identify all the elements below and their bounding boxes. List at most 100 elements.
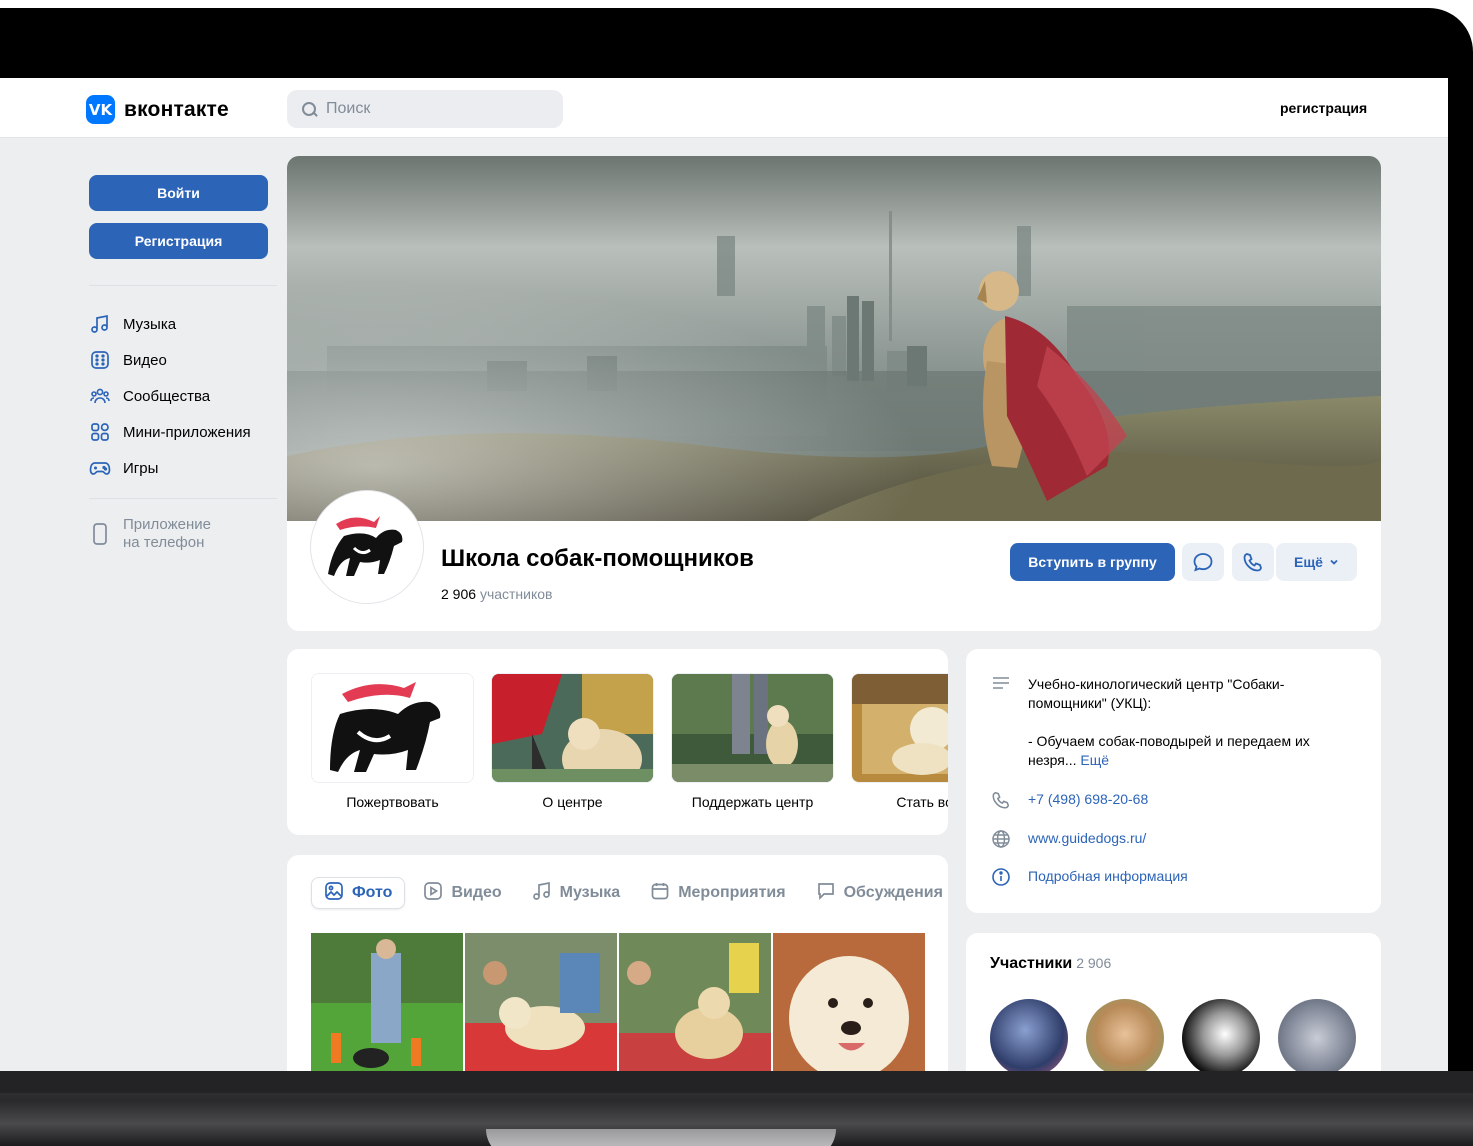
members-title[interactable]: Участники 2 906	[990, 955, 1111, 973]
phone-app-link[interactable]: Приложение на телефон	[89, 516, 211, 552]
sidebar-item-communities[interactable]: Сообщества	[89, 378, 251, 414]
mini-apps-icon	[89, 421, 111, 443]
globe-icon	[990, 829, 1012, 849]
chevron-down-icon	[1329, 554, 1339, 570]
photo-icon	[324, 881, 344, 906]
group-info-card: Учебно-кинологический центр "Собаки-помо…	[966, 649, 1381, 913]
member-avatar[interactable]	[990, 999, 1068, 1071]
link-support[interactable]: Поддержать центр	[671, 673, 834, 810]
description-text-2: - Обучаем собак-поводырей и передаем их …	[1028, 733, 1310, 768]
tab-discussions[interactable]: Обсуждения	[804, 877, 948, 909]
top-header: VK вконтакте регистрация	[0, 78, 1448, 138]
video-icon	[89, 349, 111, 371]
info-phone-row[interactable]: +7 (498) 698-20-68	[990, 790, 1148, 810]
tab-photo[interactable]: Фото	[311, 877, 406, 909]
group-members-count[interactable]: 2 906 участников	[441, 586, 553, 602]
link-about[interactable]: О центре	[491, 673, 654, 810]
calendar-icon	[650, 881, 670, 906]
sidebar-item-label: Мини-приложения	[123, 423, 251, 441]
info-phone-link[interactable]: +7 (498) 698-20-68	[1028, 790, 1148, 810]
search-box[interactable]	[287, 90, 563, 128]
guide-dog-logo	[314, 494, 420, 600]
join-group-button[interactable]: Вступить в группу	[1010, 543, 1175, 581]
tab-label: Обсуждения	[843, 884, 943, 901]
member-avatar[interactable]	[1278, 999, 1356, 1071]
tab-video[interactable]: Видео	[411, 877, 513, 909]
members-label: участников	[479, 586, 553, 602]
member-avatar[interactable]	[1182, 999, 1260, 1071]
photo-thumbnail[interactable]	[773, 933, 925, 1071]
link-label: О центре	[542, 794, 603, 810]
link-label: Поддержать центр	[691, 794, 814, 810]
search-icon	[301, 101, 318, 118]
link-thumbnail	[671, 673, 834, 783]
sidebar-item-label: Сообщества	[123, 387, 211, 405]
sidebar-item-music[interactable]: Музыка	[89, 306, 251, 342]
sidebar-item-label: Музыка	[123, 315, 177, 333]
sidebar-item-label: Игры	[123, 459, 159, 477]
phone-icon	[1243, 553, 1262, 572]
members-title-count: 2 906	[1076, 955, 1112, 971]
sidebar-item-video[interactable]: Видео	[89, 342, 251, 378]
link-thumbnail	[311, 673, 474, 783]
register-link[interactable]: регистрация	[1280, 100, 1367, 116]
photo-thumbnail[interactable]	[465, 933, 617, 1071]
music-icon	[89, 313, 111, 335]
phone-icon	[89, 522, 111, 551]
group-links-card: Пожертвовать О центре Поддержать центр С…	[287, 649, 948, 835]
members-number: 2 906	[441, 586, 477, 602]
members-title-label: Участники	[990, 955, 1073, 972]
info-website-row[interactable]: www.guidedogs.ru/	[990, 829, 1146, 849]
group-name: Школа собак-помощников	[441, 545, 754, 572]
photo-thumbnail[interactable]	[311, 933, 463, 1071]
search-input[interactable]	[326, 100, 526, 118]
info-icon	[990, 867, 1012, 887]
photo-grid	[311, 933, 925, 1071]
phone-app-label-line2: на телефон	[123, 534, 205, 551]
games-icon	[89, 457, 111, 479]
vk-logo-text: вконтакте	[124, 97, 229, 121]
register-button[interactable]: Регистрация	[89, 223, 268, 259]
info-website-link[interactable]: www.guidedogs.ru/	[1028, 829, 1146, 849]
info-details-link[interactable]: Подробная информация	[1028, 867, 1188, 887]
message-icon	[1193, 553, 1213, 572]
more-button[interactable]: Ещё	[1276, 543, 1357, 581]
tab-label: Музыка	[559, 884, 621, 901]
sidebar-item-label: Видео	[123, 351, 167, 369]
group-cover-image	[287, 156, 1381, 521]
laptop-base-lip	[0, 1071, 1473, 1093]
browser-screen: VK вконтакте регистрация Войти Регистрац…	[0, 78, 1448, 1071]
link-volunteer[interactable]: Стать воло	[851, 673, 948, 810]
group-avatar[interactable]	[311, 491, 423, 603]
link-thumbnail	[491, 673, 654, 783]
vk-logo[interactable]: VK вконтакте	[86, 95, 229, 124]
link-donate[interactable]: Пожертвовать	[311, 673, 474, 810]
tab-label: Видео	[451, 884, 502, 901]
member-avatar[interactable]	[1086, 999, 1164, 1071]
more-button-label: Ещё	[1294, 554, 1323, 570]
description-text-1: Учебно-кинологический центр "Собаки-помо…	[1028, 676, 1285, 711]
tab-label: Фото	[352, 884, 393, 901]
message-button[interactable]	[1182, 543, 1224, 581]
call-button[interactable]	[1232, 543, 1274, 581]
info-details-row[interactable]: Подробная информация	[990, 867, 1188, 887]
video-icon	[423, 881, 443, 906]
sidebar-item-mini-apps[interactable]: Мини-приложения	[89, 414, 251, 450]
photo-thumbnail[interactable]	[619, 933, 771, 1071]
laptop-notch	[486, 1129, 836, 1146]
text-lines-icon	[990, 675, 1012, 770]
sidebar-nav: Музыка Видео Сообщества Мини-приложения	[89, 306, 251, 486]
login-button[interactable]: Войти	[89, 175, 268, 211]
tab-music[interactable]: Музыка	[520, 877, 633, 909]
tab-label: Мероприятия	[678, 884, 786, 901]
media-tabs-card: Фото Видео Музыка Мероприятия Обсуждения	[287, 855, 948, 1071]
description-more-link[interactable]: Ещё	[1080, 752, 1109, 768]
tab-events[interactable]: Мероприятия	[638, 877, 797, 909]
communities-icon	[89, 385, 111, 407]
media-tabs: Фото Видео Музыка Мероприятия Обсуждения	[311, 877, 948, 909]
group-header-card: Школа собак-помощников 2 906 участников …	[287, 491, 1381, 631]
vk-logo-icon: VK	[86, 95, 115, 124]
sidebar-divider	[89, 285, 277, 286]
group-description: Учебно-кинологический центр "Собаки-помо…	[990, 675, 1360, 770]
sidebar-item-games[interactable]: Игры	[89, 450, 251, 486]
